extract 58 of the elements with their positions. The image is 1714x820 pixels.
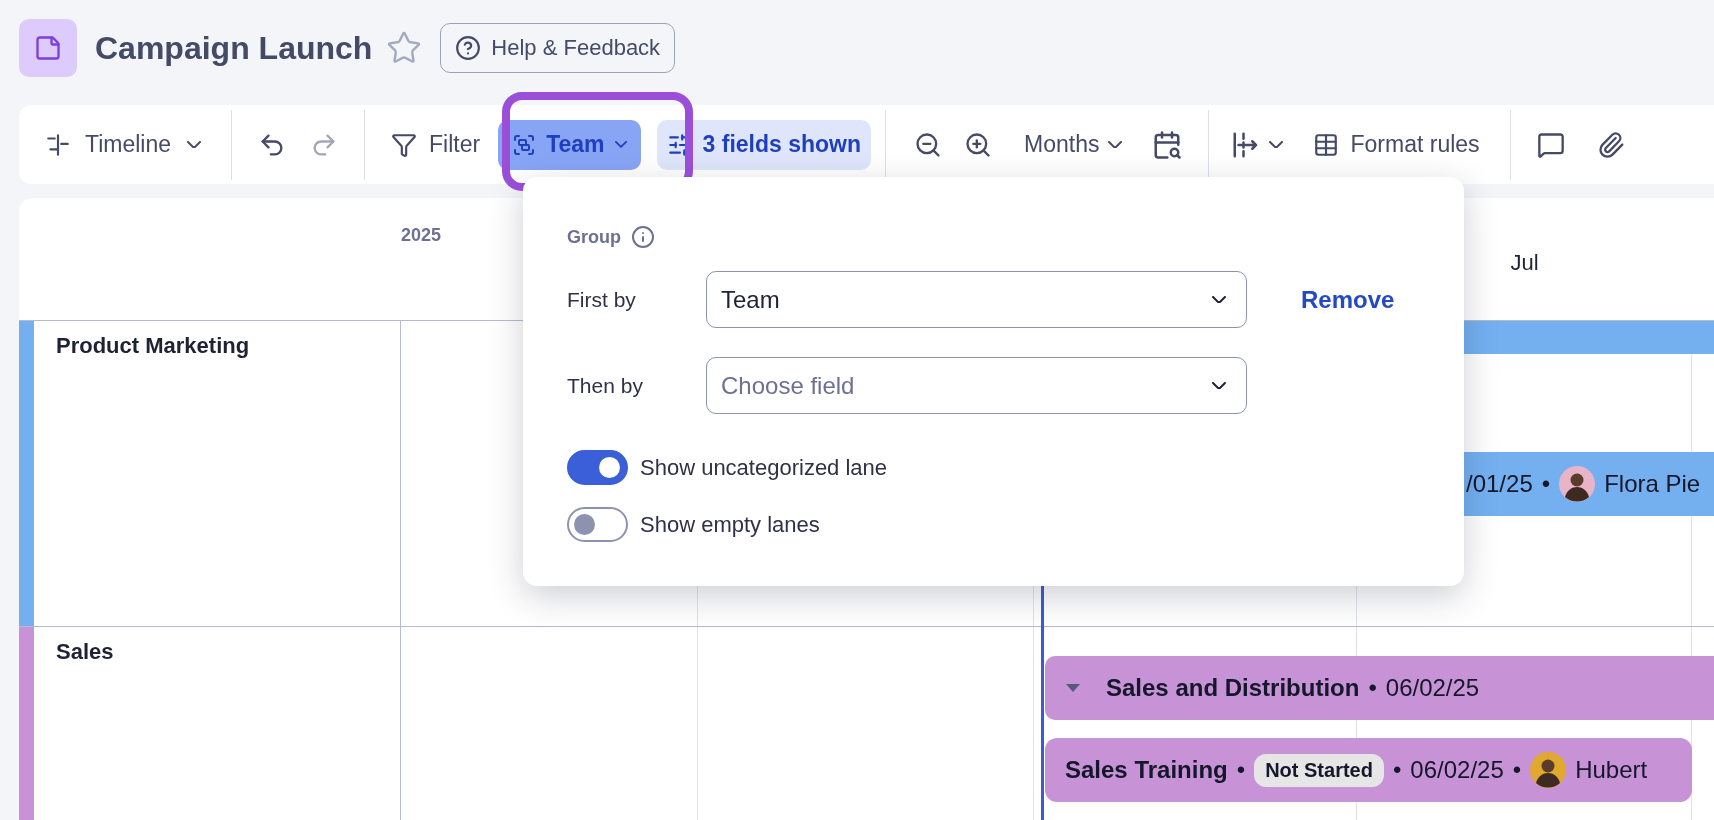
chevron-down-icon [1212, 295, 1226, 304]
field-label: First by [567, 287, 637, 312]
paperclip-icon[interactable] [1596, 130, 1625, 159]
bar-title: Sales Training [1065, 756, 1228, 784]
help-feedback-button[interactable]: Help & Feedback [440, 23, 676, 73]
field-label: Then by [567, 373, 644, 398]
bar-title: Sales and Distribution [1106, 674, 1360, 702]
popover-heading: Group [567, 226, 621, 248]
fields-shown-button[interactable]: 3 fields shown [656, 119, 872, 170]
avatar-icon [1530, 752, 1567, 788]
assignee-name: Hubert [1575, 756, 1648, 784]
chevron-down-icon [1268, 140, 1283, 149]
help-icon [455, 35, 482, 61]
group-bar[interactable]: Sales and Distribution • 06/02/25 [1045, 656, 1714, 720]
separator-dot: • [1236, 756, 1246, 784]
bar-date: 06/02/25 [1410, 756, 1504, 784]
zoom-out-icon[interactable] [914, 130, 943, 159]
info-icon[interactable] [631, 225, 655, 249]
chevron-down-icon [614, 141, 627, 148]
field-select[interactable]: Team [706, 271, 1247, 328]
year-label: 2025 [401, 225, 442, 246]
toggle-label: Show uncategorized lane [640, 454, 888, 481]
separator-dot: • [1392, 756, 1402, 784]
filter-button[interactable]: Filter [391, 119, 481, 170]
separator-dot: • [1512, 756, 1522, 784]
chevron-down-icon [187, 140, 202, 149]
chevron-down-icon [1212, 381, 1226, 390]
avatar-icon [1559, 466, 1596, 502]
calendar-search-icon[interactable] [1151, 129, 1182, 160]
status-badge: Not Started [1254, 753, 1384, 787]
lane-name: Product Marketing [56, 333, 250, 359]
task-bar[interactable]: Sales Training • Not Started • 06/02/25 • Hubert [1045, 738, 1692, 802]
group-icon [512, 132, 537, 157]
format-rules-button[interactable]: Format rules [1312, 119, 1480, 170]
toggle-label: Show empty lanes [640, 511, 820, 538]
bar-date: /01/25 [1466, 470, 1533, 498]
table-icon [1312, 131, 1339, 158]
filter-icon [391, 131, 418, 158]
toggle-switch[interactable] [567, 507, 628, 542]
month-label: Jul [1510, 250, 1539, 276]
field-select[interactable]: Choose field [706, 357, 1247, 414]
separator-dot: • [1541, 470, 1551, 498]
assignee-name: Flora Pie [1604, 470, 1701, 498]
app-icon [19, 19, 77, 77]
remove-link[interactable]: Remove [1301, 285, 1395, 314]
collapse-caret-icon[interactable] [1065, 683, 1081, 693]
toggle-switch[interactable] [567, 450, 628, 485]
chevron-down-icon [1107, 140, 1122, 149]
timeline-icon [45, 131, 71, 158]
page-title: Campaign Launch [95, 29, 373, 67]
comment-icon[interactable] [1536, 130, 1565, 159]
view-dropdown[interactable]: Timeline [45, 119, 202, 170]
star-icon[interactable] [386, 30, 423, 66]
lane-name: Sales [56, 639, 114, 665]
zoom-in-icon[interactable] [964, 130, 993, 159]
bar-date: 06/02/25 [1385, 674, 1480, 702]
separator-dot: • [1368, 674, 1377, 702]
scale-dropdown[interactable]: Months [1024, 119, 1122, 170]
